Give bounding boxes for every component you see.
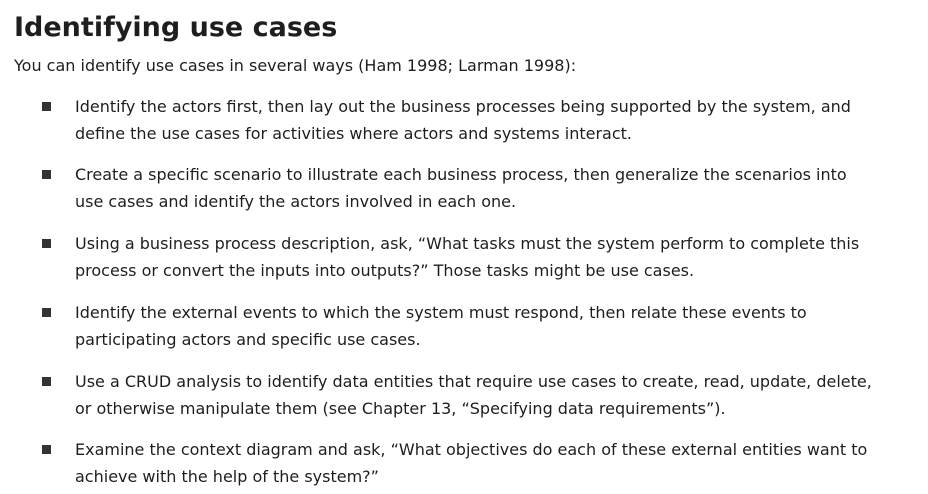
square-bullet-icon bbox=[42, 377, 51, 386]
square-bullet-icon bbox=[42, 239, 51, 248]
list-item-text: Identify the actors first, then lay out … bbox=[75, 97, 851, 143]
list-item-text: Examine the context diagram and ask, “Wh… bbox=[75, 440, 868, 486]
list-item-text: Use a CRUD analysis to identify data ent… bbox=[75, 372, 872, 418]
list-item-text: Using a business process description, as… bbox=[75, 234, 860, 280]
intro-paragraph: You can identify use cases in several wa… bbox=[14, 56, 577, 75]
square-bullet-icon bbox=[42, 445, 51, 454]
document-page: Identifying use cases You can identify u… bbox=[0, 0, 928, 494]
section-heading: Identifying use cases bbox=[14, 12, 338, 43]
square-bullet-icon bbox=[42, 102, 51, 111]
list-item-text: Identify the external events to which th… bbox=[75, 303, 807, 349]
square-bullet-icon bbox=[42, 170, 51, 179]
square-bullet-icon bbox=[42, 308, 51, 317]
list-item-text: Create a specific scenario to illustrate… bbox=[75, 165, 847, 211]
